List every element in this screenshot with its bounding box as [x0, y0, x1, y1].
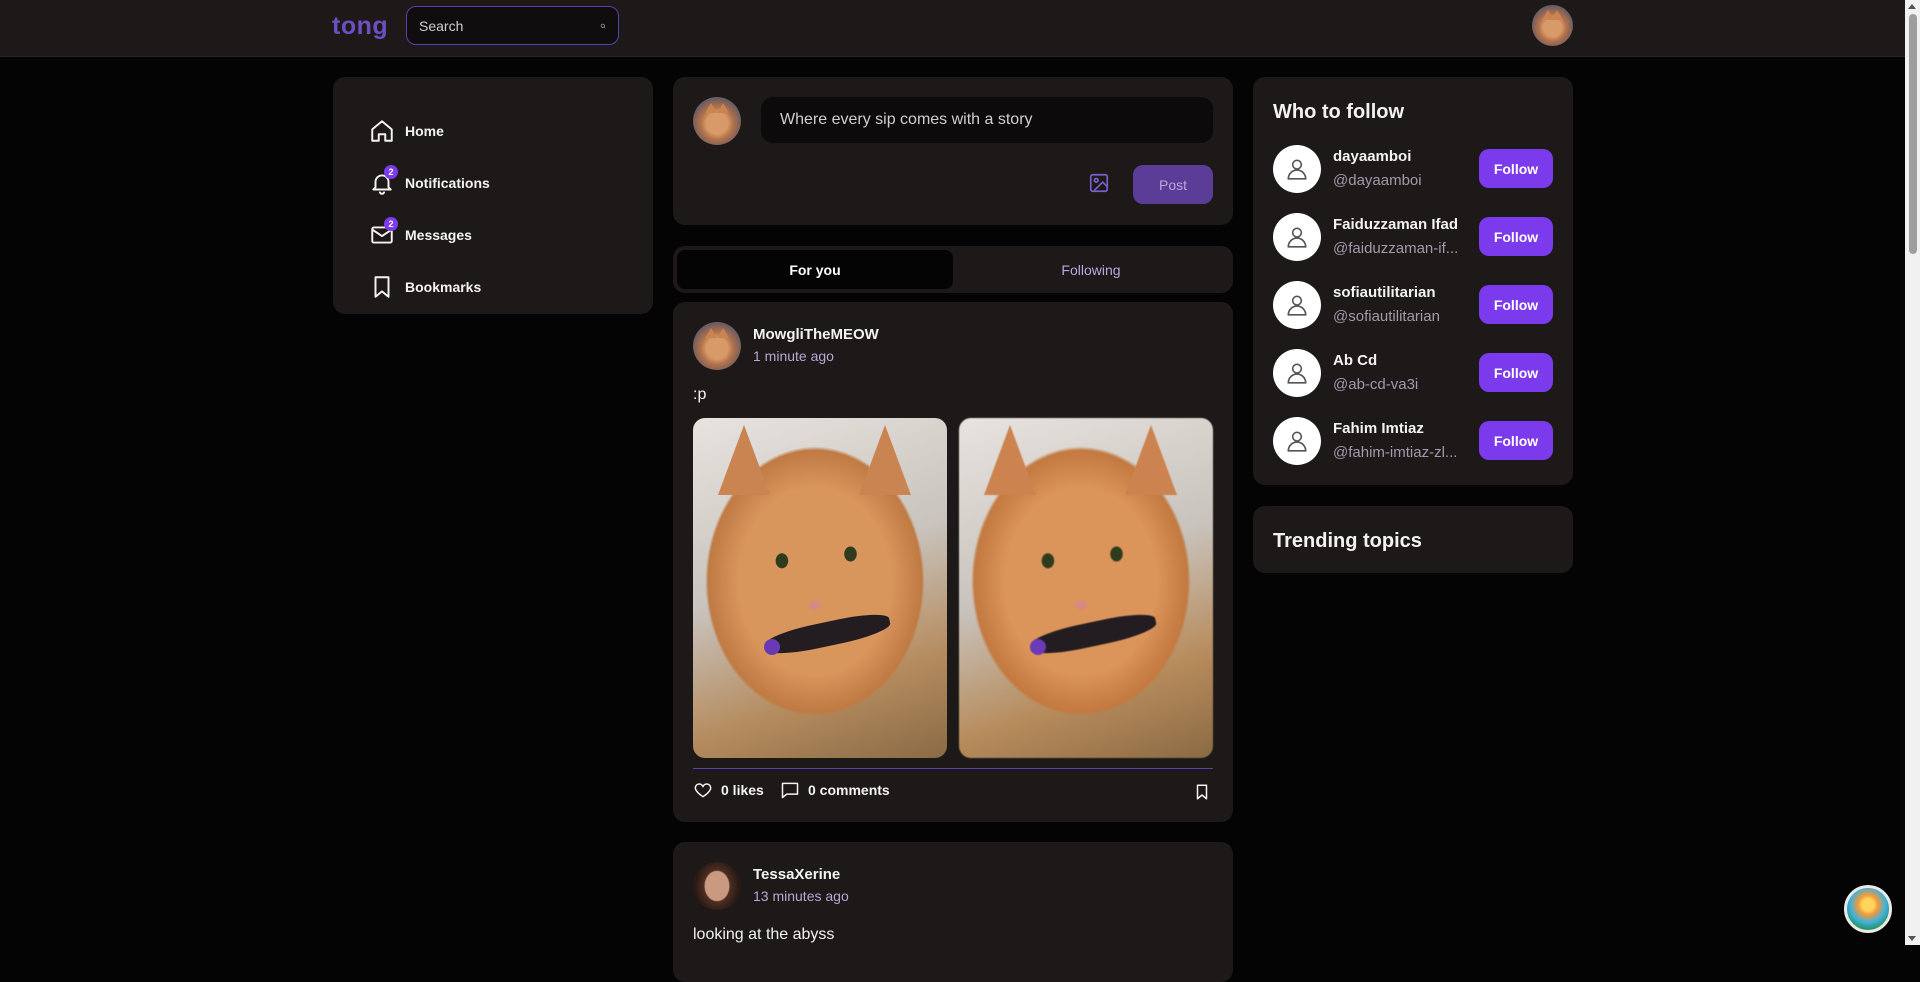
- bell-icon: 2: [369, 165, 398, 196]
- follow-user-handle: @faiduzzaman-if...: [1333, 240, 1459, 257]
- scrollbar-thumb[interactable]: [1909, 14, 1917, 254]
- post-author-avatar[interactable]: [693, 322, 741, 370]
- follow-user-name[interactable]: Fahim Imtiaz: [1333, 420, 1468, 437]
- user-avatar-icon[interactable]: [1273, 145, 1321, 193]
- user-avatar-icon[interactable]: [1273, 213, 1321, 261]
- post-text: looking at the abyss: [693, 926, 835, 943]
- like-count: 0 likes: [721, 782, 764, 798]
- mail-icon: 2: [369, 217, 398, 248]
- search-input[interactable]: [419, 17, 600, 34]
- follow-suggestion: Ab Cd @ab-cd-va3i Follow: [1273, 349, 1553, 397]
- composer-avatar: [693, 97, 741, 145]
- message-count-badge: 2: [384, 217, 398, 231]
- notification-count-badge: 2: [384, 165, 398, 179]
- like-button[interactable]: 0 likes: [693, 780, 764, 800]
- scroll-down-arrow-icon[interactable]: [1908, 936, 1916, 941]
- follow-user-name[interactable]: Faiduzzaman Ifad: [1333, 216, 1468, 233]
- follow-user-handle: @fahim-imtiaz-zl...: [1333, 444, 1458, 461]
- top-bar: tong: [0, 0, 1905, 57]
- user-avatar-icon[interactable]: [1273, 281, 1321, 329]
- search-box[interactable]: [406, 6, 619, 45]
- follow-user-handle: @dayaamboi: [1333, 172, 1422, 189]
- post-author-name[interactable]: TessaXerine: [753, 866, 840, 883]
- sidebar-item-messages[interactable]: 2 Messages: [333, 209, 653, 261]
- bookmark-icon: [369, 274, 395, 300]
- floating-extension-icon[interactable]: [1844, 885, 1892, 933]
- sidebar-item-label: Messages: [405, 227, 472, 243]
- post-image[interactable]: [693, 418, 947, 758]
- sidebar-nav: Home 2 Notifications 2 Messages Bookmark…: [333, 77, 653, 314]
- composer-input[interactable]: [761, 97, 1213, 143]
- follow-user-name[interactable]: Ab Cd: [1333, 352, 1468, 369]
- home-icon: [369, 118, 395, 144]
- feed-tabs: For you Following: [673, 246, 1233, 293]
- heart-icon: [694, 783, 712, 798]
- tab-for-you[interactable]: For you: [677, 250, 953, 289]
- trending-topics-title: Trending topics: [1273, 530, 1422, 552]
- post-card: MowgliTheMEOW 1 minute ago :p 0 likes 0 …: [673, 302, 1233, 822]
- tab-following[interactable]: Following: [953, 250, 1229, 289]
- post-author-name[interactable]: MowgliTheMEOW: [753, 326, 879, 343]
- comment-icon: [781, 782, 799, 799]
- post-image[interactable]: [959, 418, 1213, 758]
- follow-user-handle: @ab-cd-va3i: [1333, 376, 1419, 393]
- follow-suggestion: Faiduzzaman Ifad @faiduzzaman-if... Foll…: [1273, 213, 1553, 261]
- follow-button[interactable]: Follow: [1479, 421, 1553, 460]
- post-composer: Post: [673, 77, 1233, 225]
- post-button[interactable]: Post: [1133, 165, 1213, 204]
- follow-suggestion: Fahim Imtiaz @fahim-imtiaz-zl... Follow: [1273, 417, 1553, 465]
- follow-button[interactable]: Follow: [1479, 149, 1553, 188]
- post-timestamp: 1 minute ago: [753, 348, 834, 364]
- follow-user-name[interactable]: sofiautilitarian: [1333, 284, 1468, 301]
- post-divider: [693, 768, 1213, 769]
- app-logo[interactable]: tong: [332, 12, 388, 41]
- comment-button[interactable]: 0 comments: [780, 780, 890, 800]
- bookmark-post-icon[interactable]: [1193, 782, 1211, 807]
- user-avatar-icon[interactable]: [1273, 417, 1321, 465]
- page-scrollbar[interactable]: [1905, 0, 1920, 945]
- who-to-follow-title: Who to follow: [1273, 101, 1405, 123]
- image-upload-icon[interactable]: [1088, 172, 1110, 194]
- follow-suggestion: dayaamboi @dayaamboi Follow: [1273, 145, 1553, 193]
- profile-avatar[interactable]: [1532, 5, 1573, 46]
- comment-count: 0 comments: [808, 782, 890, 798]
- user-avatar-icon[interactable]: [1273, 349, 1321, 397]
- sidebar-item-notifications[interactable]: 2 Notifications: [333, 157, 653, 209]
- trending-topics-panel: Trending topics: [1253, 506, 1573, 573]
- follow-button[interactable]: Follow: [1479, 353, 1553, 392]
- post-card: TessaXerine 13 minutes ago looking at th…: [673, 842, 1233, 982]
- follow-user-name[interactable]: dayaamboi: [1333, 148, 1468, 165]
- who-to-follow-panel: Who to follow dayaamboi @dayaamboi Follo…: [1253, 77, 1573, 485]
- sidebar-item-bookmarks[interactable]: Bookmarks: [333, 261, 653, 313]
- follow-button[interactable]: Follow: [1479, 285, 1553, 324]
- post-text: :p: [693, 386, 707, 403]
- sidebar-item-home[interactable]: Home: [333, 105, 653, 157]
- post-timestamp: 13 minutes ago: [753, 888, 849, 904]
- search-icon[interactable]: [600, 17, 606, 35]
- follow-button[interactable]: Follow: [1479, 217, 1553, 256]
- post-author-avatar[interactable]: [693, 862, 741, 910]
- sidebar-item-label: Notifications: [405, 175, 490, 191]
- sidebar-item-label: Home: [405, 123, 444, 139]
- sidebar-item-label: Bookmarks: [405, 279, 482, 295]
- follow-user-handle: @sofiautilitarian: [1333, 308, 1440, 325]
- follow-suggestion: sofiautilitarian @sofiautilitarian Follo…: [1273, 281, 1553, 329]
- scroll-up-arrow-icon[interactable]: [1908, 4, 1916, 9]
